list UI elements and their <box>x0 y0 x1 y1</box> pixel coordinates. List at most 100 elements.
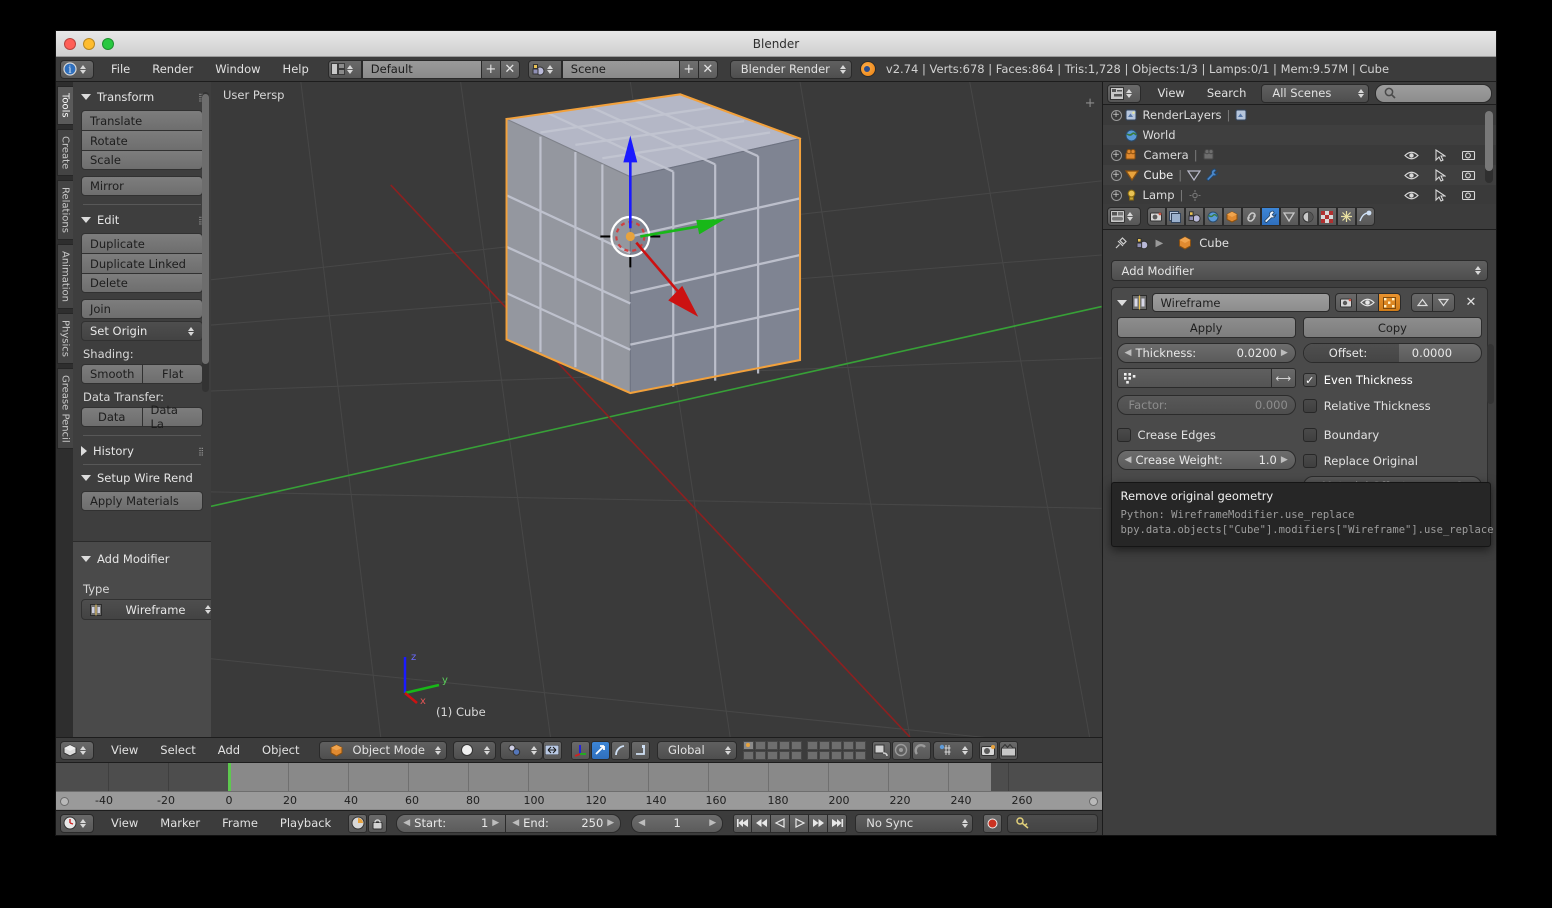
tool-mirror-button[interactable]: Mirror <box>81 176 203 196</box>
expand-toggle-icon[interactable]: + <box>1110 109 1122 121</box>
crease-weight-field[interactable]: ◀ Crease Weight: 1.0 ▶ <box>1116 450 1296 470</box>
tool-set-origin-dropdown[interactable]: Set Origin <box>81 321 203 341</box>
lock-time-button[interactable] <box>368 813 388 833</box>
modifier-copy-button[interactable]: Copy <box>1302 317 1483 338</box>
wrench-modifier-icon[interactable] <box>1205 168 1220 182</box>
lock-object-modes-button[interactable] <box>871 740 891 760</box>
properties-tab-data[interactable] <box>1279 207 1299 226</box>
decrement-arrow-icon[interactable]: ◀ <box>512 818 519 828</box>
layer-cell[interactable] <box>842 750 854 760</box>
toolshelf-tab-grease-pencil[interactable]: Grease Pencil <box>56 367 73 450</box>
layer-cell[interactable] <box>842 740 854 750</box>
modifier-move-up-button[interactable] <box>1411 293 1433 312</box>
snap-element-selector[interactable] <box>932 740 973 760</box>
modifier-editmode-toggle[interactable] <box>1379 293 1401 312</box>
play-reverse-button[interactable] <box>771 813 791 833</box>
layer-cell[interactable] <box>742 750 754 760</box>
even-thickness-checkbox[interactable]: ✓ <box>1302 373 1317 387</box>
eye-icon[interactable] <box>1404 170 1419 181</box>
align-to-transform-button[interactable] <box>542 740 562 760</box>
shading-flat-button[interactable]: Flat <box>143 364 203 384</box>
pin-icon[interactable] <box>1113 236 1128 251</box>
camera-data-icon[interactable] <box>1203 148 1217 162</box>
close-window-button[interactable] <box>64 37 76 50</box>
panel-header-transform[interactable]: Transform ⣿ <box>81 88 204 106</box>
menu-render[interactable]: Render <box>141 60 204 79</box>
outliner-scrollbar[interactable] <box>1485 111 1493 183</box>
data-transfer-datalayers-button[interactable]: Data La <box>142 403 203 431</box>
3d-viewport[interactable]: User Persp (1) Cube + z y x <box>211 82 1102 737</box>
operator-type-dropdown[interactable]: Wireframe <box>81 599 211 620</box>
timeline-editor-type-selector[interactable] <box>60 813 94 833</box>
relative-thickness-row[interactable]: Relative Thickness <box>1302 396 1482 416</box>
cursor-arrow-icon[interactable] <box>1435 188 1446 202</box>
properties-tab-modifiers[interactable] <box>1260 207 1280 226</box>
timeline-menu-playback[interactable]: Playback <box>269 814 342 833</box>
layer-cell[interactable] <box>806 750 818 760</box>
editor-type-selector[interactable]: i <box>60 59 94 79</box>
timeline-editor[interactable]: -40 -20 0 20 40 60 80 100 120 140 160 18… <box>56 762 1102 810</box>
triangle-down-icon[interactable] <box>1116 299 1127 306</box>
menu-help[interactable]: Help <box>272 60 320 79</box>
timeline-menu-view[interactable]: View <box>100 814 149 833</box>
record-button[interactable] <box>983 813 1003 833</box>
even-thickness-row[interactable]: ✓ Even Thickness <box>1302 370 1482 390</box>
layer-block-1[interactable] <box>742 740 802 760</box>
mesh-data-icon[interactable] <box>1187 169 1202 182</box>
menu-file[interactable]: File <box>100 60 141 79</box>
layer-cell[interactable] <box>754 750 766 760</box>
menu-window[interactable]: Window <box>204 60 271 79</box>
toolshelf-tab-create[interactable]: Create <box>56 128 73 176</box>
auto-keying-button[interactable] <box>348 813 368 833</box>
modifier-delete-button[interactable]: ✕ <box>1460 293 1482 312</box>
thickness-field[interactable]: ◀ Thickness: 0.0200 ▶ <box>1116 343 1296 363</box>
screen-layout-icon-button[interactable] <box>327 59 362 79</box>
modifier-realtime-toggle[interactable] <box>1357 293 1379 312</box>
maximize-window-button[interactable] <box>102 37 114 50</box>
decrement-arrow-icon[interactable]: ◀ <box>638 818 645 828</box>
expand-toggle-icon[interactable]: + <box>1110 189 1122 201</box>
render-preview-button[interactable] <box>978 740 998 760</box>
boundary-row[interactable]: Boundary <box>1302 425 1482 445</box>
tool-scale-button[interactable]: Scale <box>81 150 203 170</box>
properties-editor-type-selector[interactable] <box>1106 207 1141 226</box>
vertex-group-invert-button[interactable]: ⟷ <box>1271 368 1296 388</box>
window-controls[interactable] <box>64 37 114 50</box>
cursor-arrow-icon[interactable] <box>1435 148 1446 162</box>
tool-translate-button[interactable]: Translate <box>81 110 203 130</box>
sync-mode-selector[interactable]: No Sync <box>855 813 974 833</box>
properties-tab-render[interactable] <box>1146 207 1166 226</box>
vertex-group-field[interactable]: ⟷ <box>1116 368 1296 388</box>
pivot-point-selector[interactable] <box>499 740 543 760</box>
rotate-manipulator-button[interactable] <box>610 740 630 760</box>
translate-manipulator-button[interactable] <box>590 740 610 760</box>
interaction-mode-selector[interactable]: Object Mode <box>318 740 447 760</box>
boundary-checkbox[interactable] <box>1302 428 1317 442</box>
layer-cell[interactable] <box>742 740 754 750</box>
opengl-render-button[interactable] <box>998 740 1018 760</box>
outliner-menu-search[interactable]: Search <box>1196 84 1258 103</box>
modifier-apply-button[interactable]: Apply <box>1116 317 1296 338</box>
crease-edges-checkbox[interactable] <box>1116 428 1131 442</box>
layer-cell[interactable] <box>830 750 842 760</box>
layer-cell[interactable] <box>854 740 866 750</box>
viewport-shading-selector[interactable] <box>452 740 496 760</box>
layer-cell[interactable] <box>766 750 778 760</box>
frame-start-field[interactable]: ◀ Start: 1 ▶ <box>396 813 507 833</box>
properties-tab-world[interactable] <box>1203 207 1223 226</box>
tool-duplicate-linked-button[interactable]: Duplicate Linked <box>81 253 203 273</box>
properties-tab-material[interactable] <box>1298 207 1318 226</box>
timeline-playhead[interactable] <box>228 763 231 791</box>
panel-header-add-modifier[interactable]: Add Modifier ⣿ <box>81 550 211 568</box>
layer-cell[interactable] <box>830 740 842 750</box>
camera-render-icon[interactable] <box>1462 149 1476 161</box>
add-screen-layout-button[interactable]: + <box>481 59 501 79</box>
scene-layers-widget[interactable] <box>742 740 866 760</box>
render-layers-datablock-icon[interactable] <box>1235 109 1248 122</box>
camera-render-icon[interactable] <box>1462 169 1476 181</box>
screen-layout-field[interactable]: Default <box>361 59 482 79</box>
data-transfer-data-button[interactable]: Data <box>81 407 143 427</box>
modifier-render-toggle[interactable] <box>1335 293 1357 312</box>
toolshelf-scrollbar[interactable] <box>202 92 209 392</box>
proportional-edit-button[interactable] <box>891 740 911 760</box>
